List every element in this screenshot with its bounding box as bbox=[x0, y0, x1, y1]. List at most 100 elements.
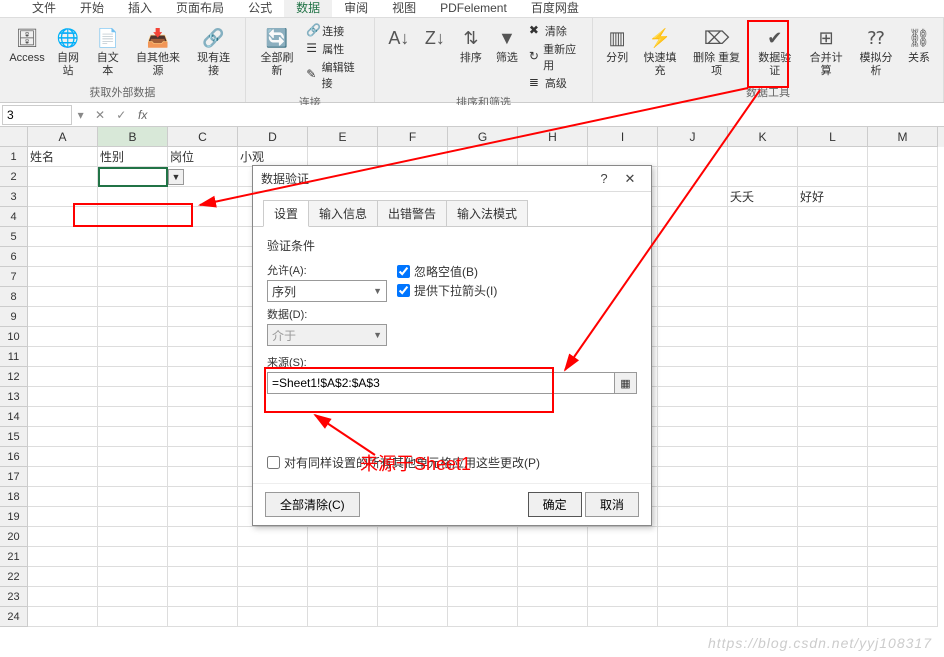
tab-formula[interactable]: 公式 bbox=[236, 0, 284, 17]
sort-asc-button[interactable]: A↓ bbox=[381, 22, 417, 54]
cell[interactable] bbox=[98, 287, 168, 307]
cell[interactable] bbox=[28, 527, 98, 547]
dialog-tab-error[interactable]: 出错警告 bbox=[377, 200, 447, 227]
filter-button[interactable]: ▼筛选 bbox=[489, 22, 525, 67]
cell[interactable] bbox=[238, 567, 308, 587]
col-header-L[interactable]: L bbox=[798, 127, 868, 147]
col-header-I[interactable]: I bbox=[588, 127, 658, 147]
clear-filter-item[interactable]: ✖清除 bbox=[525, 22, 586, 40]
cell[interactable] bbox=[658, 567, 728, 587]
dialog-tab-input[interactable]: 输入信息 bbox=[308, 200, 378, 227]
row-header[interactable]: 5 bbox=[0, 227, 28, 247]
tab-file[interactable]: 文件 bbox=[20, 0, 68, 17]
dialog-tab-ime[interactable]: 输入法模式 bbox=[446, 200, 528, 227]
cell[interactable] bbox=[728, 507, 798, 527]
cell[interactable] bbox=[168, 547, 238, 567]
cell[interactable] bbox=[728, 547, 798, 567]
row-header[interactable]: 9 bbox=[0, 307, 28, 327]
cell[interactable] bbox=[798, 447, 868, 467]
cell[interactable]: 小观 bbox=[238, 147, 308, 167]
cell[interactable] bbox=[98, 587, 168, 607]
cell[interactable] bbox=[728, 147, 798, 167]
cancel-button[interactable]: 取消 bbox=[585, 492, 639, 517]
cell[interactable] bbox=[868, 607, 938, 627]
cell[interactable] bbox=[28, 407, 98, 427]
allow-select[interactable]: 序列▼ bbox=[267, 280, 387, 302]
cell[interactable] bbox=[308, 587, 378, 607]
ignore-blank-checkbox[interactable]: 忽略空值(B) bbox=[397, 263, 497, 280]
cell[interactable] bbox=[28, 427, 98, 447]
cell[interactable] bbox=[728, 407, 798, 427]
cell[interactable] bbox=[798, 427, 868, 447]
cell[interactable] bbox=[308, 567, 378, 587]
cell[interactable] bbox=[868, 587, 938, 607]
cell[interactable] bbox=[868, 527, 938, 547]
row-header[interactable]: 15 bbox=[0, 427, 28, 447]
cell[interactable] bbox=[448, 607, 518, 627]
cell[interactable] bbox=[98, 427, 168, 447]
cell[interactable] bbox=[378, 147, 448, 167]
existing-conn-button[interactable]: 🔗现有连接 bbox=[188, 22, 238, 80]
cell[interactable] bbox=[28, 447, 98, 467]
col-header-J[interactable]: J bbox=[658, 127, 728, 147]
relationships-button[interactable]: ⛓关系 bbox=[901, 22, 937, 67]
cell[interactable]: 夭夭 bbox=[728, 187, 798, 207]
cell[interactable] bbox=[658, 607, 728, 627]
tab-view[interactable]: 视图 bbox=[380, 0, 428, 17]
cell[interactable] bbox=[28, 327, 98, 347]
cell[interactable] bbox=[168, 327, 238, 347]
cell[interactable] bbox=[98, 207, 168, 227]
col-header-F[interactable]: F bbox=[378, 127, 448, 147]
col-header-A[interactable]: A bbox=[28, 127, 98, 147]
cell[interactable] bbox=[868, 427, 938, 447]
cell[interactable] bbox=[98, 167, 168, 187]
cell[interactable] bbox=[28, 207, 98, 227]
cell[interactable] bbox=[868, 407, 938, 427]
edit-links-item[interactable]: ✎编辑链接 bbox=[302, 58, 368, 92]
cell[interactable] bbox=[588, 567, 658, 587]
cell[interactable] bbox=[728, 487, 798, 507]
cell[interactable] bbox=[168, 587, 238, 607]
tab-insert[interactable]: 插入 bbox=[116, 0, 164, 17]
cell[interactable] bbox=[28, 227, 98, 247]
cell[interactable] bbox=[98, 507, 168, 527]
cell[interactable] bbox=[798, 407, 868, 427]
cell[interactable] bbox=[658, 487, 728, 507]
cell[interactable] bbox=[28, 367, 98, 387]
cell[interactable] bbox=[658, 247, 728, 267]
cell[interactable] bbox=[728, 327, 798, 347]
cell[interactable] bbox=[98, 187, 168, 207]
cell[interactable] bbox=[658, 467, 728, 487]
cell[interactable] bbox=[658, 407, 728, 427]
cell[interactable] bbox=[168, 187, 238, 207]
cell[interactable]: 好好 bbox=[798, 187, 868, 207]
fb-confirm-icon[interactable]: ✓ bbox=[116, 108, 126, 122]
cell[interactable] bbox=[728, 367, 798, 387]
cell[interactable] bbox=[168, 407, 238, 427]
clear-all-button[interactable]: 全部清除(C) bbox=[265, 492, 360, 517]
cell[interactable] bbox=[308, 147, 378, 167]
cell[interactable] bbox=[798, 527, 868, 547]
cell[interactable] bbox=[728, 567, 798, 587]
tab-pdfelement[interactable]: PDFelement bbox=[428, 0, 519, 17]
cell[interactable] bbox=[868, 347, 938, 367]
cell[interactable] bbox=[868, 327, 938, 347]
cell[interactable] bbox=[168, 447, 238, 467]
cell[interactable] bbox=[658, 267, 728, 287]
row-header[interactable]: 22 bbox=[0, 567, 28, 587]
cell[interactable] bbox=[798, 247, 868, 267]
cell[interactable] bbox=[658, 587, 728, 607]
row-header[interactable]: 8 bbox=[0, 287, 28, 307]
cell[interactable] bbox=[168, 607, 238, 627]
cell[interactable] bbox=[168, 487, 238, 507]
cell[interactable] bbox=[728, 287, 798, 307]
cell[interactable] bbox=[168, 247, 238, 267]
from-other-button[interactable]: 📥自其他来源 bbox=[128, 22, 189, 80]
cell[interactable] bbox=[238, 547, 308, 567]
cell[interactable] bbox=[98, 267, 168, 287]
cell[interactable] bbox=[28, 467, 98, 487]
row-header[interactable]: 10 bbox=[0, 327, 28, 347]
consolidate-button[interactable]: ⊞合并计算 bbox=[801, 22, 851, 80]
cell[interactable] bbox=[378, 527, 448, 547]
cell[interactable] bbox=[798, 507, 868, 527]
